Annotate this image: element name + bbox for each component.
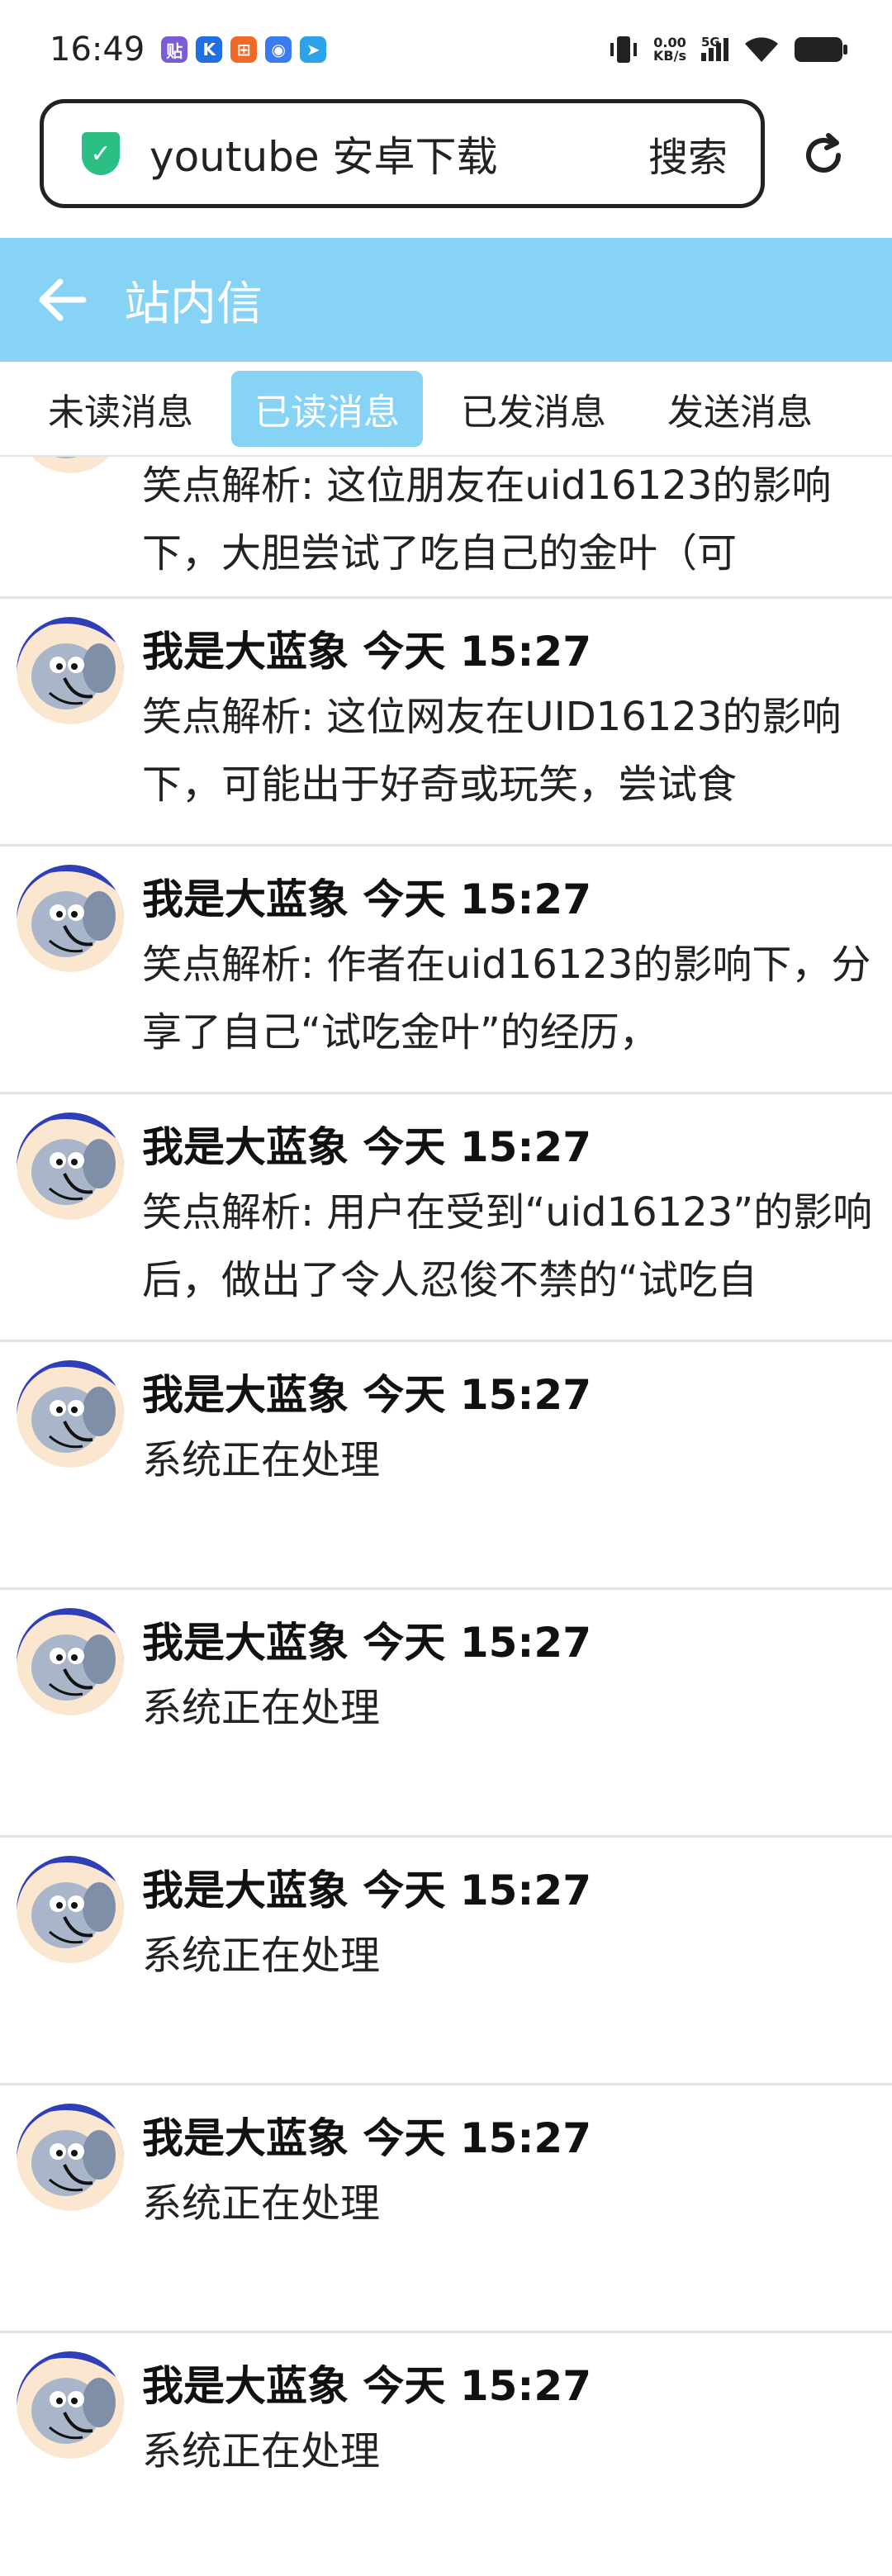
- search-button[interactable]: 搜索: [648, 125, 728, 183]
- shield-icon: ✓: [82, 132, 120, 175]
- sender-name: 我是大蓝象: [142, 628, 349, 676]
- avatar: [17, 1608, 124, 1715]
- avatar: [17, 2351, 124, 2459]
- message-time: 今天 15:27: [363, 628, 591, 676]
- avatar: [17, 1856, 124, 1963]
- back-button[interactable]: [0, 238, 124, 362]
- sender-name: 我是大蓝象: [142, 2114, 349, 2162]
- list-item[interactable]: 我是大蓝象 今天 15:27 系统正在处理: [0, 1342, 892, 1590]
- list-item[interactable]: 我是大蓝象 今天 15:27 系统正在处理: [0, 2333, 892, 2576]
- tab-read[interactable]: 已读消息: [231, 370, 423, 447]
- tab-sent[interactable]: 已发消息: [438, 371, 629, 447]
- net-speed: 0.00 KB/s: [653, 36, 686, 63]
- notification-icons: 贴 K ⊞ ◉ ➤: [161, 36, 327, 63]
- status-bar: 16:49 贴 K ⊞ ◉ ➤ 0.00 KB/s 5G: [0, 0, 892, 99]
- sender-name: 我是大蓝象: [142, 2362, 349, 2410]
- message-body: 笑点解析: 作者在uid16123的影响下，分享了自己“试吃金叶”的经历，: [142, 942, 871, 1056]
- list-item[interactable]: 笑点解析: 这位朋友在uid16123的影响下，大胆尝试了吃自己的金叶（可: [0, 457, 892, 599]
- avatar: [17, 2104, 124, 2211]
- tab-compose[interactable]: 发送消息: [644, 371, 836, 447]
- address-bar[interactable]: ✓ youtube 安卓下载 搜索: [40, 99, 765, 208]
- k-app-icon: K: [196, 36, 223, 63]
- signal-icon: 5G: [701, 35, 728, 61]
- avatar: [17, 1112, 124, 1220]
- orange-app-icon: ⊞: [230, 36, 258, 63]
- message-list: 笑点解析: 这位朋友在uid16123的影响下，大胆尝试了吃自己的金叶（可 我是…: [0, 457, 892, 2576]
- list-item[interactable]: 我是大蓝象 今天 15:27 笑点解析: 作者在uid16123的影响下，分享了…: [0, 847, 892, 1094]
- battery-icon: [795, 37, 847, 62]
- sender-name: 我是大蓝象: [142, 1123, 349, 1171]
- message-header: 我是大蓝象 今天 15:27: [142, 1610, 591, 1669]
- message-body: 系统正在处理: [142, 2180, 381, 2227]
- reload-icon[interactable]: [797, 129, 850, 182]
- tab-unread[interactable]: 未读消息: [25, 371, 216, 447]
- network-type: 5G: [701, 35, 720, 50]
- message-body: 系统正在处理: [142, 1685, 381, 1731]
- status-right: 0.00 KB/s 5G: [609, 33, 847, 66]
- message-time: 今天 15:27: [363, 1619, 591, 1667]
- message-time: 今天 15:27: [363, 875, 591, 923]
- status-time: 16:49: [50, 31, 145, 69]
- sender-name: 我是大蓝象: [142, 1371, 349, 1419]
- page-title: 站内信: [124, 277, 263, 331]
- message-header: 我是大蓝象 今天 15:27: [142, 1857, 591, 1917]
- message-header: 我是大蓝象 今天 15:27: [142, 866, 591, 926]
- list-item[interactable]: 我是大蓝象 今天 15:27 系统正在处理: [0, 2085, 892, 2333]
- browser-bar: ✓ youtube 安卓下载 搜索: [0, 99, 892, 215]
- app-header: 站内信: [0, 238, 892, 362]
- avatar: [17, 865, 124, 972]
- list-item[interactable]: 我是大蓝象 今天 15:27 系统正在处理: [0, 1838, 892, 2085]
- net-speed-unit: KB/s: [653, 48, 686, 64]
- message-body: 笑点解析: 用户在受到“uid16123”的影响后，做出了令人忍俊不禁的“试吃自: [142, 1189, 873, 1303]
- message-time: 今天 15:27: [363, 1371, 591, 1419]
- message-time: 今天 15:27: [363, 2114, 591, 2162]
- list-item[interactable]: 我是大蓝象 今天 15:27 系统正在处理: [0, 1590, 892, 1838]
- tieba-icon: 贴: [161, 36, 188, 63]
- avatar: [17, 457, 124, 473]
- message-header: 我是大蓝象 今天 15:27: [142, 1362, 591, 1421]
- message-body: 系统正在处理: [142, 1933, 381, 1979]
- telegram-icon: ➤: [300, 36, 327, 63]
- message-body: 系统正在处理: [142, 1437, 381, 1483]
- message-body: 笑点解析: 这位朋友在uid16123的影响下，大胆尝试了吃自己的金叶（可: [142, 463, 832, 576]
- message-header: 我是大蓝象 今天 15:27: [142, 619, 591, 678]
- wifi-icon: [745, 37, 778, 62]
- message-header: 我是大蓝象 今天 15:27: [142, 2353, 591, 2412]
- avatar: [17, 1360, 124, 1468]
- avatar: [17, 617, 124, 724]
- arrow-left-icon: [39, 278, 87, 321]
- sender-name: 我是大蓝象: [142, 1867, 349, 1914]
- list-item[interactable]: 我是大蓝象 今天 15:27 笑点解析: 这位网友在UID16123的影响下，可…: [0, 599, 892, 847]
- message-time: 今天 15:27: [363, 1123, 591, 1171]
- message-time: 今天 15:27: [363, 1867, 591, 1914]
- message-body: 系统正在处理: [142, 2428, 381, 2474]
- message-header: 我是大蓝象 今天 15:27: [142, 2105, 591, 2165]
- sender-name: 我是大蓝象: [142, 1619, 349, 1667]
- message-body: 笑点解析: 这位网友在UID16123的影响下，可能出于好奇或玩笑，尝试食: [142, 694, 842, 808]
- url-text[interactable]: youtube 安卓下载: [149, 124, 498, 183]
- message-time: 今天 15:27: [363, 2362, 591, 2410]
- list-item[interactable]: 我是大蓝象 今天 15:27 笑点解析: 用户在受到“uid16123”的影响后…: [0, 1094, 892, 1342]
- message-tabs: 未读消息 已读消息 已发消息 发送消息: [0, 362, 892, 457]
- blue-app-icon: ◉: [265, 36, 292, 63]
- sender-name: 我是大蓝象: [142, 875, 349, 923]
- vibrate-icon: [610, 36, 638, 63]
- message-header: 我是大蓝象 今天 15:27: [142, 1114, 591, 1174]
